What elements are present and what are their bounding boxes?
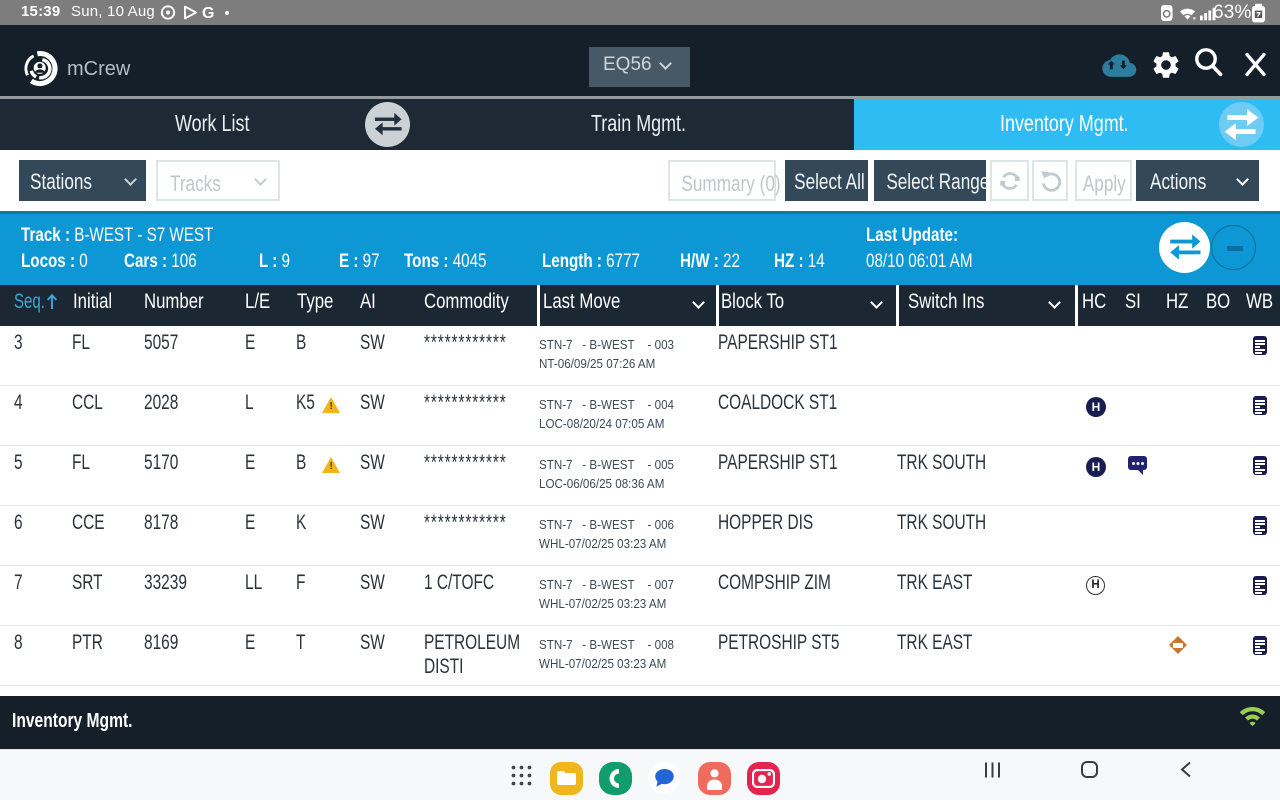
svg-text:G: G <box>202 5 214 21</box>
